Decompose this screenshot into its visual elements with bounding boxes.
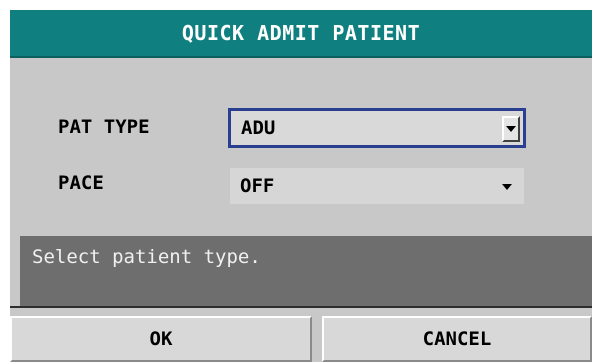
quick-admit-dialog: QUICK ADMIT PATIENT PAT TYPE ADU PACE OF… [10, 10, 592, 362]
pat-type-select[interactable]: ADU [228, 108, 526, 148]
chevron-down-icon [506, 126, 516, 132]
pat-type-value: ADU [241, 117, 276, 139]
pat-type-label: PAT TYPE [58, 116, 150, 138]
pace-value: OFF [240, 175, 275, 197]
help-message-box: Select patient type. [10, 236, 592, 308]
pace-label: PACE [58, 172, 104, 194]
divider [10, 306, 592, 308]
pace-select[interactable]: OFF [228, 166, 526, 206]
ok-button[interactable]: OK [10, 316, 312, 362]
chevron-down-icon [502, 184, 512, 190]
pat-type-dropdown-button[interactable] [502, 116, 520, 142]
cancel-button[interactable]: CANCEL [322, 316, 592, 362]
dialog-title: QUICK ADMIT PATIENT [10, 10, 592, 58]
help-text: Select patient type. [32, 246, 261, 268]
